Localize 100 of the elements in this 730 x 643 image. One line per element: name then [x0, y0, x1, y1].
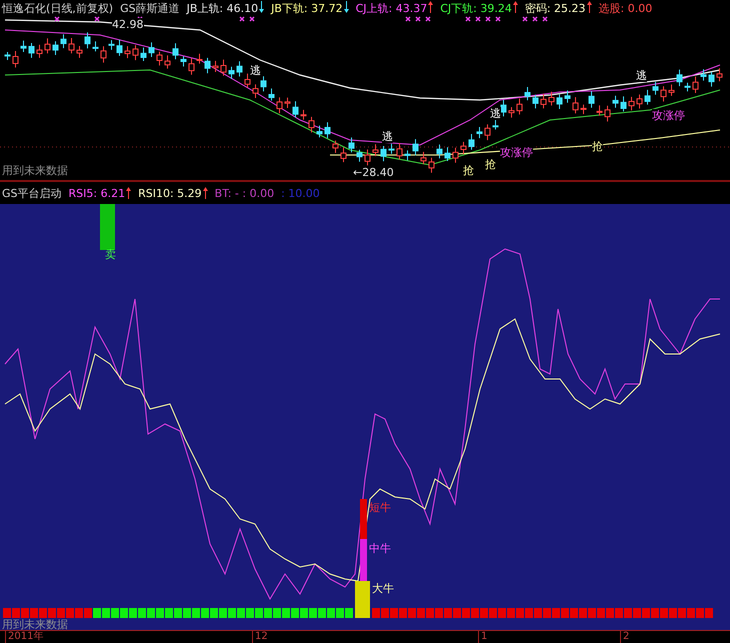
cross-mark [522, 16, 528, 22]
candlestick [636, 94, 642, 110]
candlestick [340, 146, 346, 163]
candlestick [28, 42, 34, 58]
cross-mark [405, 16, 411, 22]
candlestick [508, 106, 514, 118]
candlestick [316, 125, 322, 138]
candlestick [356, 149, 362, 162]
candlestick [484, 124, 490, 141]
candlestick [420, 151, 426, 165]
candlestick [92, 40, 98, 52]
candlestick [588, 90, 594, 108]
chart-label: 逃 [490, 107, 501, 120]
cross-mark [465, 16, 471, 22]
candlestick [532, 94, 538, 109]
cross-mark [249, 16, 255, 22]
chart-label: 攻涨停 [652, 109, 685, 122]
candlestick [372, 144, 378, 157]
chart-label: 用到未来数据 [2, 164, 68, 177]
cross-mark [485, 16, 491, 22]
candlestick [660, 86, 666, 102]
cross-mark [239, 16, 245, 22]
candlestick [604, 105, 610, 122]
axis-label: 12 [252, 631, 268, 643]
candlestick [252, 84, 258, 98]
candlestick [284, 97, 290, 109]
candlestick [628, 96, 634, 111]
candlestick [580, 104, 586, 115]
candlestick [180, 56, 186, 68]
indicator-value: RSI5: 6.21 [68, 186, 126, 200]
candlestick [548, 91, 554, 106]
candlestick [268, 88, 274, 102]
candlestick [476, 126, 482, 139]
candlestick [500, 99, 506, 117]
candlestick [668, 84, 674, 96]
chart-label: 攻涨停 [500, 146, 533, 159]
candlestick [684, 82, 690, 92]
indicator-value: BT: - : 0.00 [214, 186, 274, 200]
indicator-value: 选股: 0.00 [598, 0, 652, 16]
chart-label: 逃 [382, 130, 393, 143]
candlestick [620, 96, 626, 112]
candlestick [652, 81, 658, 96]
candlestick [716, 68, 722, 82]
candlestick [524, 86, 530, 101]
candlestick [300, 109, 306, 120]
chart-label: 抢 [485, 158, 496, 171]
indicator-value: 密码: 25.23 [524, 0, 586, 16]
chart-label: 逃 [250, 64, 261, 77]
candlestick [212, 60, 218, 72]
candlestick [68, 38, 74, 54]
candlestick [436, 144, 442, 159]
cross-mark [542, 16, 548, 22]
candlestick [140, 46, 146, 62]
chart-label: 短牛 [369, 501, 391, 514]
cross-mark [475, 16, 481, 22]
candlestick [676, 69, 682, 87]
candlestick [132, 44, 138, 61]
candlestick [380, 146, 386, 162]
candlestick [308, 116, 314, 133]
candlestick [644, 89, 650, 106]
candlestick [612, 95, 618, 108]
chart-label: 中牛 [369, 542, 391, 555]
candlestick [84, 32, 90, 49]
candlestick [564, 90, 570, 104]
chart-label: 42.98 [112, 18, 144, 31]
candlestick [36, 44, 42, 58]
candlestick [452, 147, 458, 164]
candlestick [124, 46, 130, 59]
cross-mark [495, 16, 501, 22]
candlestick [116, 39, 122, 56]
candlestick [444, 146, 450, 162]
candlestick [228, 66, 234, 80]
cross-mark [94, 16, 100, 22]
candlestick [196, 53, 202, 64]
candlestick [60, 34, 66, 49]
candlestick [556, 94, 562, 110]
chart-label: 大牛 [372, 582, 394, 595]
candlestick [76, 46, 82, 58]
axis-label: 2011年 [5, 631, 44, 643]
indicator-value: JB下轨: 37.72 [271, 0, 343, 16]
candlestick [292, 100, 298, 118]
sell-signal-bar [100, 204, 115, 250]
candlestick [236, 60, 242, 77]
chart-title: 恒逸石化(日线,前复权) [2, 0, 114, 16]
candlestick [332, 140, 338, 154]
candlestick [188, 58, 194, 76]
candlestick [596, 104, 602, 116]
candlestick [348, 137, 354, 153]
candlestick [244, 73, 250, 88]
candlestick [12, 50, 18, 68]
candlestick [148, 42, 154, 58]
candlestick [428, 157, 434, 174]
candlestick [220, 59, 226, 76]
chart-label: 逃 [636, 69, 647, 82]
indicator-name: GS平台启动 [2, 186, 62, 200]
candlestick [708, 72, 714, 88]
candlestick [108, 40, 114, 50]
indicator-value: JB上轨: 46.10 [186, 0, 258, 16]
candlestick [412, 138, 418, 156]
candlestick [516, 98, 522, 115]
